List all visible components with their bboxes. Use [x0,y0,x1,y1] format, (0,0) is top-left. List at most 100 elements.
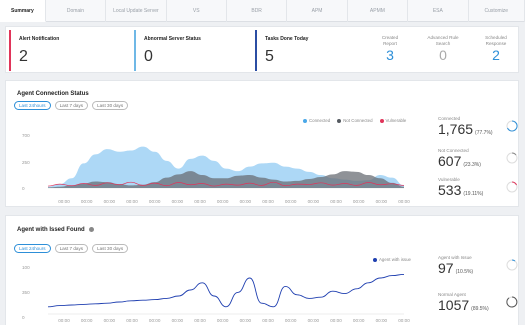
tasks-accent-bar [255,30,257,71]
tab-bar: Summary Domain Local Update Server VS BD… [0,0,525,22]
alert-accent-bar [9,30,11,71]
issue-range-30d-pill[interactable]: Last 30 days [92,244,129,253]
connected-ring-icon [506,120,518,132]
x-tick-label: 00:00 [330,318,342,323]
vulnerable-value: 533 [438,182,462,198]
scheduled-response-card[interactable]: Scheduled Response 2 [472,27,520,74]
issue-chart: 100 350 0 00:00 00:00 00:00 00:00 00:00 00:00 00:… [22,265,410,323]
server-accent-bar [134,30,136,71]
advanced-rule-search-label: Advanced Rule Search [427,35,459,46]
not-connected-pct: (23.3%) [463,162,481,168]
issue-range-pills: Last 24hours Last 7 days Last 30 days [14,244,132,253]
agent-with-issue-pct: (10.5%) [455,269,474,275]
normal-agent-pct: (89.5%) [471,306,489,312]
x-tick-label: 00:00 [330,199,342,204]
tasks-done-value: 5 [265,48,274,65]
agent-with-issue-stat: Agent with Issue 97 (10.5%) [438,255,518,278]
tab-customize[interactable]: Customize [469,0,525,22]
issue-range-7d-pill[interactable]: Last 7 days [54,244,89,253]
not-connected-stat: Not Connected 607 (23.3%) [438,148,518,171]
summary-stats: Alert Notification 2 Abnormal Server Sta… [5,26,519,73]
alert-notification-card[interactable]: Alert Notification 2 [9,27,127,74]
x-tick-label: 00:00 [262,199,274,204]
y-tick-label: 700 [22,133,30,138]
x-tick-label: 00:00 [285,199,297,204]
normal-agent-value: 1057 [438,297,470,313]
x-tick-label: 00:00 [104,199,116,204]
x-tick-label: 00:00 [81,199,93,204]
normal-agent-stat: Normal Agent 1057 (89.5%) [438,292,518,315]
issue-legend: Agent with issue [366,257,411,262]
x-tick-label: 00:00 [58,199,70,204]
x-tick-label: 00:00 [58,318,70,323]
x-tick-label: 00:00 [149,199,161,204]
x-tick-label: 00:00 [240,318,252,323]
abnormal-server-label: Abnormal Server Status [144,36,201,42]
created-report-label: Created Report [381,35,399,46]
tab-vs[interactable]: VS [167,0,227,22]
not-connected-ring-icon [506,152,518,164]
vulnerable-stat: Vulnerable 533 (19.11%) [438,177,518,200]
alert-notification-label: Alert Notification [19,36,60,42]
tab-apm[interactable]: APM [287,0,348,22]
agent-issue-title-text: Agent with Issed Found [17,227,85,234]
x-tick-label: 00:00 [194,318,206,323]
series-line-agent-with-issue [47,273,405,308]
abnormal-server-value: 0 [144,48,153,65]
advanced-rule-search-card[interactable]: Advanced Rule Search 0 [419,27,467,74]
agent-with-issue-ring-icon [506,259,518,271]
x-tick-label: 00:00 [217,318,229,323]
tab-local-update-server[interactable]: Local Update Server [106,0,167,22]
x-tick-label: 00:00 [308,199,320,204]
connected-pct: (77.7%) [475,130,493,136]
scheduled-response-label: Scheduled Response [485,35,507,46]
x-tick-label: 00:00 [398,318,410,323]
tab-apmm[interactable]: APMM [348,0,409,22]
created-report-card[interactable]: Created Report 3 [366,27,414,74]
range-24h-pill[interactable]: Last 24hours [14,101,51,110]
x-tick-label: 00:00 [172,318,184,323]
x-tick-label: 00:00 [217,199,229,204]
tasks-done-label: Tasks Done Today [265,36,309,42]
x-tick-label: 00:00 [398,199,410,204]
tab-bdr[interactable]: BDR [227,0,288,22]
connected-value: 1,765 [438,121,474,137]
created-report-value: 3 [386,47,394,63]
range-7d-pill[interactable]: Last 7 days [54,101,89,110]
normal-agent-ring-icon [506,296,518,308]
agent-connection-panel: Agent Connection Status Last 24hours Las… [5,80,519,207]
advanced-rule-search-value: 0 [439,47,447,63]
not-connected-value: 607 [438,153,462,169]
tab-esa[interactable]: ESA [408,0,469,22]
vulnerable-pct: (19.11%) [463,191,484,197]
y-tick-label: 100 [22,265,30,270]
x-tick-label: 00:00 [353,318,365,323]
x-tick-label: 00:00 [126,199,138,204]
x-tick-label: 00:00 [262,318,274,323]
x-tick-label: 00:00 [376,199,388,204]
vulnerable-ring-icon [506,181,518,193]
x-tick-label: 00:00 [285,318,297,323]
y-tick-label: 0 [22,315,25,320]
tasks-done-card[interactable]: Tasks Done Today 5 [255,27,355,74]
y-tick-label: 0 [22,186,25,191]
info-icon[interactable] [89,227,95,232]
tab-summary[interactable]: Summary [0,0,46,22]
x-tick-label: 00:00 [376,318,388,323]
y-tick-label: 250 [22,160,30,165]
x-tick-label: 00:00 [172,199,184,204]
abnormal-server-card[interactable]: Abnormal Server Status 0 [134,27,252,74]
x-tick-label: 00:00 [353,199,365,204]
x-tick-label: 00:00 [149,318,161,323]
range-30d-pill[interactable]: Last 30 days [92,101,129,110]
tab-domain[interactable]: Domain [46,0,107,22]
issue-range-24h-pill[interactable]: Last 24hours [14,244,51,253]
x-tick-label: 00:00 [240,199,252,204]
connection-chart: 700 250 0 00:00 00:00 00:00 00:00 00:00 00:00 00:… [22,133,410,204]
agent-issue-title: Agent with Issed Found [17,227,95,234]
connected-stat: Connected 1,765 (77.7%) [438,116,518,139]
agent-with-issue-value: 97 [438,260,454,276]
y-tick-label: 350 [22,290,30,295]
connection-range-pills: Last 24hours Last 7 days Last 30 days [14,101,132,110]
x-tick-label: 00:00 [308,318,320,323]
